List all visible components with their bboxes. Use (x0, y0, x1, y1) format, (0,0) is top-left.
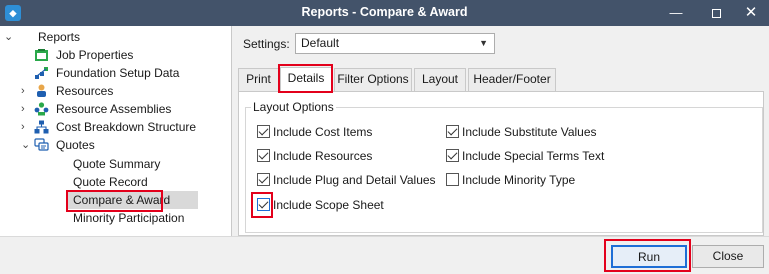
tab-details[interactable]: Details (280, 67, 332, 92)
tree-item-quote-summary[interactable]: Quote Summary (68, 155, 198, 173)
tree-item-quote-record[interactable]: Quote Record (68, 173, 198, 191)
tree-item-label: Job Properties (56, 48, 134, 62)
tree-root-label: Reports (38, 30, 81, 44)
tree-item-foundation-setup-data[interactable]: Foundation Setup Data (0, 64, 230, 82)
layout-options-title: Layout Options (251, 100, 336, 114)
settings-dropdown[interactable]: Default ▼ (295, 33, 495, 54)
tree-item-label: Resource Assemblies (56, 102, 172, 116)
tab-filter-options[interactable]: Filter Options (334, 68, 412, 91)
checkbox-label: Include Special Terms Text (462, 149, 605, 163)
checkbox-checked-icon[interactable] (257, 125, 270, 138)
tree-item-job-properties[interactable]: Job Properties (0, 46, 230, 64)
checkbox-checked-icon[interactable] (446, 125, 459, 138)
checkbox-checked-icon[interactable] (446, 149, 459, 162)
report-tree: ⌄ Reports Job Properties Foundation Setu… (0, 26, 232, 236)
tab-print[interactable]: Print (238, 68, 279, 91)
tree-item-minority-participation[interactable]: Minority Participation (68, 209, 198, 227)
resources-icon (37, 84, 46, 97)
chevron-down-icon[interactable]: ⌄ (21, 136, 31, 154)
tree-item-resource-assemblies[interactable]: › Resource Assemblies (0, 100, 230, 118)
checkbox-label: Include Resources (273, 149, 373, 163)
minimize-button[interactable]: — (659, 0, 693, 26)
tree-item-cost-breakdown-structure[interactable]: › Cost Breakdown Structure (0, 118, 230, 136)
checkbox-checked-icon[interactable] (257, 198, 270, 211)
run-button[interactable]: Run (611, 245, 687, 268)
maximize-button[interactable] (699, 0, 733, 26)
checkbox-checked-icon[interactable] (257, 173, 270, 186)
checkbox-label: Include Cost Items (273, 125, 373, 139)
quotes-icon (34, 138, 49, 151)
checkbox-checked-icon[interactable] (257, 149, 270, 162)
tree-item-label: Resources (56, 84, 114, 98)
foundation-setup-icon (35, 67, 48, 79)
checkbox-label: Include Plug and Detail Values (273, 173, 436, 187)
maximize-icon (711, 9, 721, 18)
checkbox-label: Include Scope Sheet (273, 198, 384, 212)
chevron-right-icon[interactable]: › (21, 118, 31, 136)
tree-item-quotes[interactable]: ⌄ Quotes (0, 136, 230, 154)
resource-assemblies-icon (34, 102, 49, 116)
chevron-right-icon[interactable]: › (21, 100, 31, 118)
job-properties-icon (35, 49, 48, 61)
close-window-button[interactable]: ✕ (734, 0, 768, 26)
close-button[interactable]: Close (692, 245, 764, 268)
checkbox-label: Include Minority Type (462, 173, 576, 187)
tree-item-label: Cost Breakdown Structure (56, 120, 197, 134)
tree-item-resources[interactable]: › Resources (0, 82, 230, 100)
tree-item-compare-award[interactable]: Compare & Award (68, 191, 198, 209)
dropdown-arrow-icon[interactable]: ▼ (479, 34, 488, 53)
checkbox-label: Include Substitute Values (462, 125, 597, 139)
tab-layout[interactable]: Layout (414, 68, 466, 91)
chevron-down-icon[interactable]: ⌄ (4, 28, 14, 46)
settings-value: Default (301, 36, 340, 50)
tree-item-label: Foundation Setup Data (56, 66, 180, 80)
checkbox-unchecked-icon[interactable] (446, 173, 459, 186)
title-bar: ◆ Reports - Compare & Award — ✕ (0, 0, 769, 26)
settings-label: Settings: (243, 37, 290, 51)
window-title: Reports - Compare & Award (301, 5, 468, 19)
tab-header-footer[interactable]: Header/Footer (468, 68, 556, 91)
cost-breakdown-icon (34, 120, 49, 134)
chevron-right-icon[interactable]: › (21, 82, 31, 100)
tree-item-label: Quotes (56, 138, 95, 152)
